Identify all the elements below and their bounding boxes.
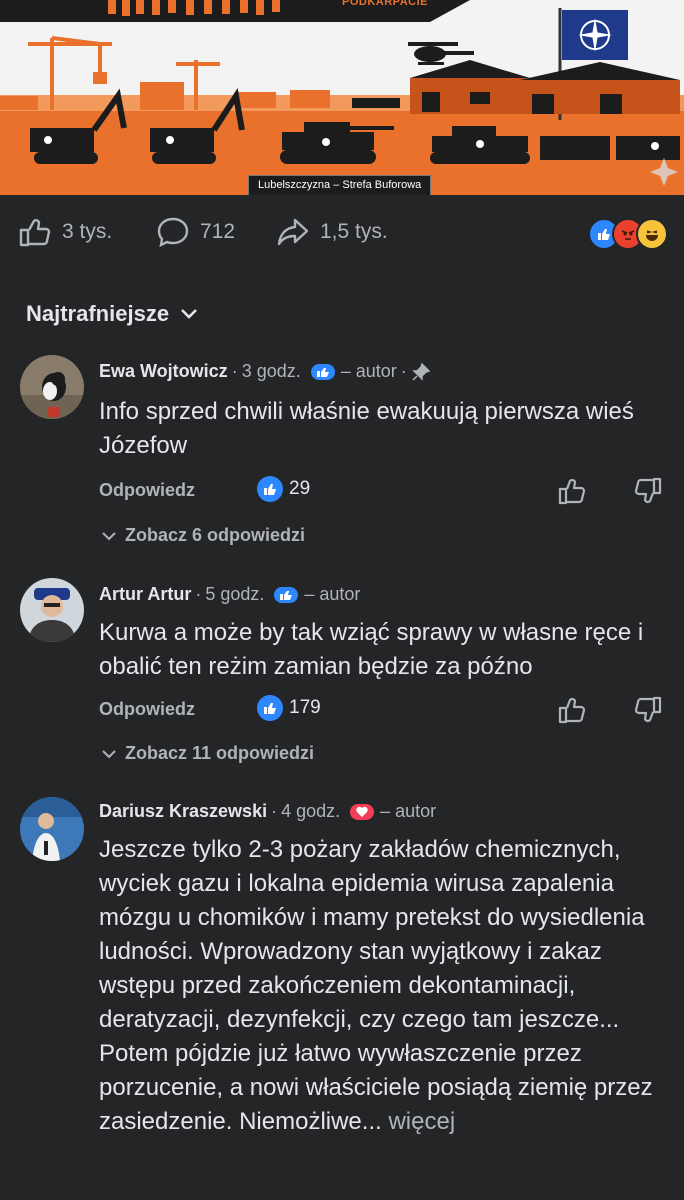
comment-button[interactable]: 712 [156,210,235,254]
comment-text: Kurwa a może by tak wziąć sprawy w własn… [99,619,644,680]
see-replies-button[interactable]: Zobacz 11 odpowiedzi [101,743,314,764]
see-replies-label: Zobacz 11 odpowiedzi [125,743,315,763]
comment-actions: Odpowiedz 29 [99,476,669,508]
see-replies-label: Zobacz 6 odpowiedzi [125,525,306,545]
comment-meta: Ewa Wojtowicz · 3 godz. – autor · [99,361,431,382]
construction-military-illustration [0,0,684,195]
reply-button[interactable]: Odpowiedz [99,480,195,501]
like-badge-icon [274,586,299,603]
author-tag: – autor [340,361,397,381]
like-count-value: 179 [289,697,321,718]
comment-text: Jeszcze tylko 2-3 pożary zakładów chemic… [99,833,659,1139]
comment-bubble-icon [157,217,189,248]
like-button[interactable]: 3 tys. [18,210,112,254]
thumbs-up-icon[interactable] [557,476,587,506]
comment-actions: Odpowiedz 179 [99,695,669,727]
comment-author[interactable]: Ewa Wojtowicz [99,361,228,382]
post-image-banner[interactable]: PODKARPACIE Lubelszczyzna – Strefa Bufor… [0,0,684,195]
chevron-down-icon [102,749,116,758]
comment-sort-dropdown[interactable]: Najtrafniejsze [26,301,199,327]
chevron-down-icon [102,531,116,540]
comment-like-count[interactable]: 29 [257,476,310,502]
comment-meta: Dariusz Kraszewski · 4 godz. – autor [99,801,437,822]
see-more-link[interactable]: więcej [388,1108,455,1135]
sort-label: Najtrafniejsze [26,301,170,326]
banner-brand: PODKARPACIE [342,0,428,8]
comment-text: Info sprzed chwili właśnie ewakuują pier… [99,398,634,459]
comment-time[interactable]: 5 godz. [205,584,264,605]
thumbs-down-icon[interactable] [633,695,663,725]
thumbs-down-icon[interactable] [633,476,663,506]
avatar[interactable] [20,797,84,861]
share-button[interactable]: 1,5 tys. [276,210,388,254]
thumbs-up-icon[interactable] [557,695,587,725]
like-badge-icon [310,363,335,380]
like-count-value: 29 [289,478,311,499]
avatar[interactable] [20,578,84,642]
author-tag: – autor [304,584,361,604]
share-arrow-icon [277,218,309,246]
comment-text-body: Jeszcze tylko 2-3 pożary zakładów chemic… [99,836,653,1135]
pin-icon [411,362,431,381]
banner-caption: Lubelszczyzna – Strefa Buforowa [248,175,432,195]
shares-count: 1,5 tys. [320,220,388,243]
author-tag: – autor [380,801,437,821]
thumbs-up-icon [19,219,51,247]
like-badge-icon [257,476,283,502]
love-badge-icon [350,803,375,820]
comment-author[interactable]: Artur Artur [99,584,191,605]
comment-time[interactable]: 3 godz. [242,361,301,382]
chevron-down-icon [181,309,197,319]
see-replies-button[interactable]: Zobacz 6 odpowiedzi [101,525,305,546]
avatar[interactable] [20,355,84,419]
like-badge-icon [257,695,283,721]
haha-icon [636,218,668,250]
comment-meta: Artur Artur · 5 godz. – autor [99,584,361,605]
likes-count: 3 tys. [62,220,113,243]
comment-like-count[interactable]: 179 [257,695,321,721]
comment-author[interactable]: Dariusz Kraszewski [99,801,267,822]
comment-time[interactable]: 4 godz. [281,801,340,822]
reactions-summary[interactable] [588,218,668,250]
post-stats-bar: 3 tys. 712 1,5 tys. [0,210,684,254]
comments-count: 712 [200,220,236,243]
reply-button[interactable]: Odpowiedz [99,699,195,720]
